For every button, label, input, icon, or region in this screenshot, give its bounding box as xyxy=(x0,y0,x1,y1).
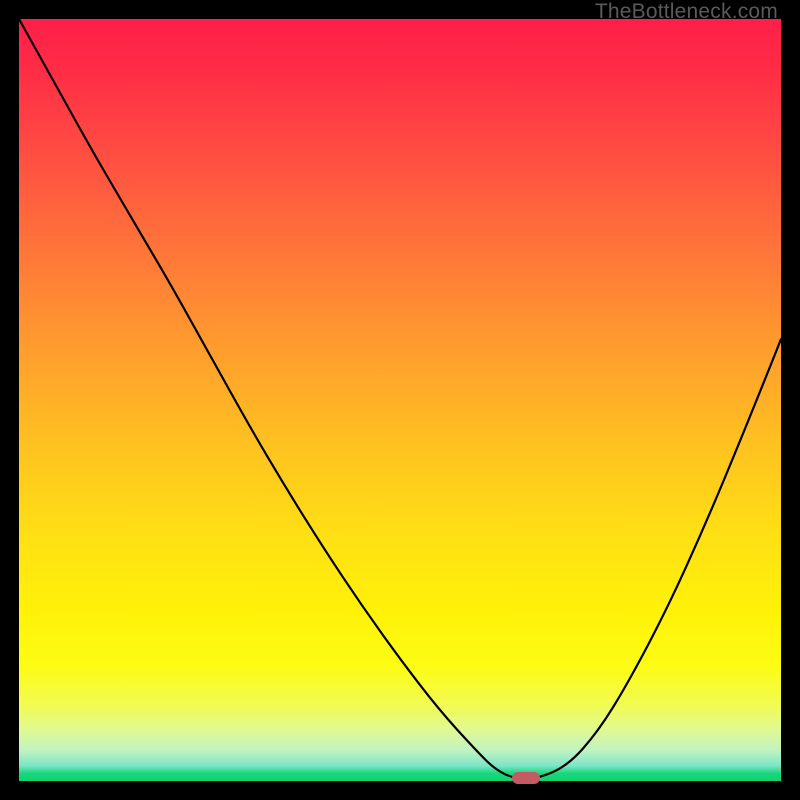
bottleneck-curve xyxy=(19,19,781,781)
watermark-text: TheBottleneck.com xyxy=(595,0,778,24)
plot-area xyxy=(19,19,781,781)
optimal-marker xyxy=(512,772,540,784)
chart-frame: TheBottleneck.com xyxy=(0,0,800,800)
